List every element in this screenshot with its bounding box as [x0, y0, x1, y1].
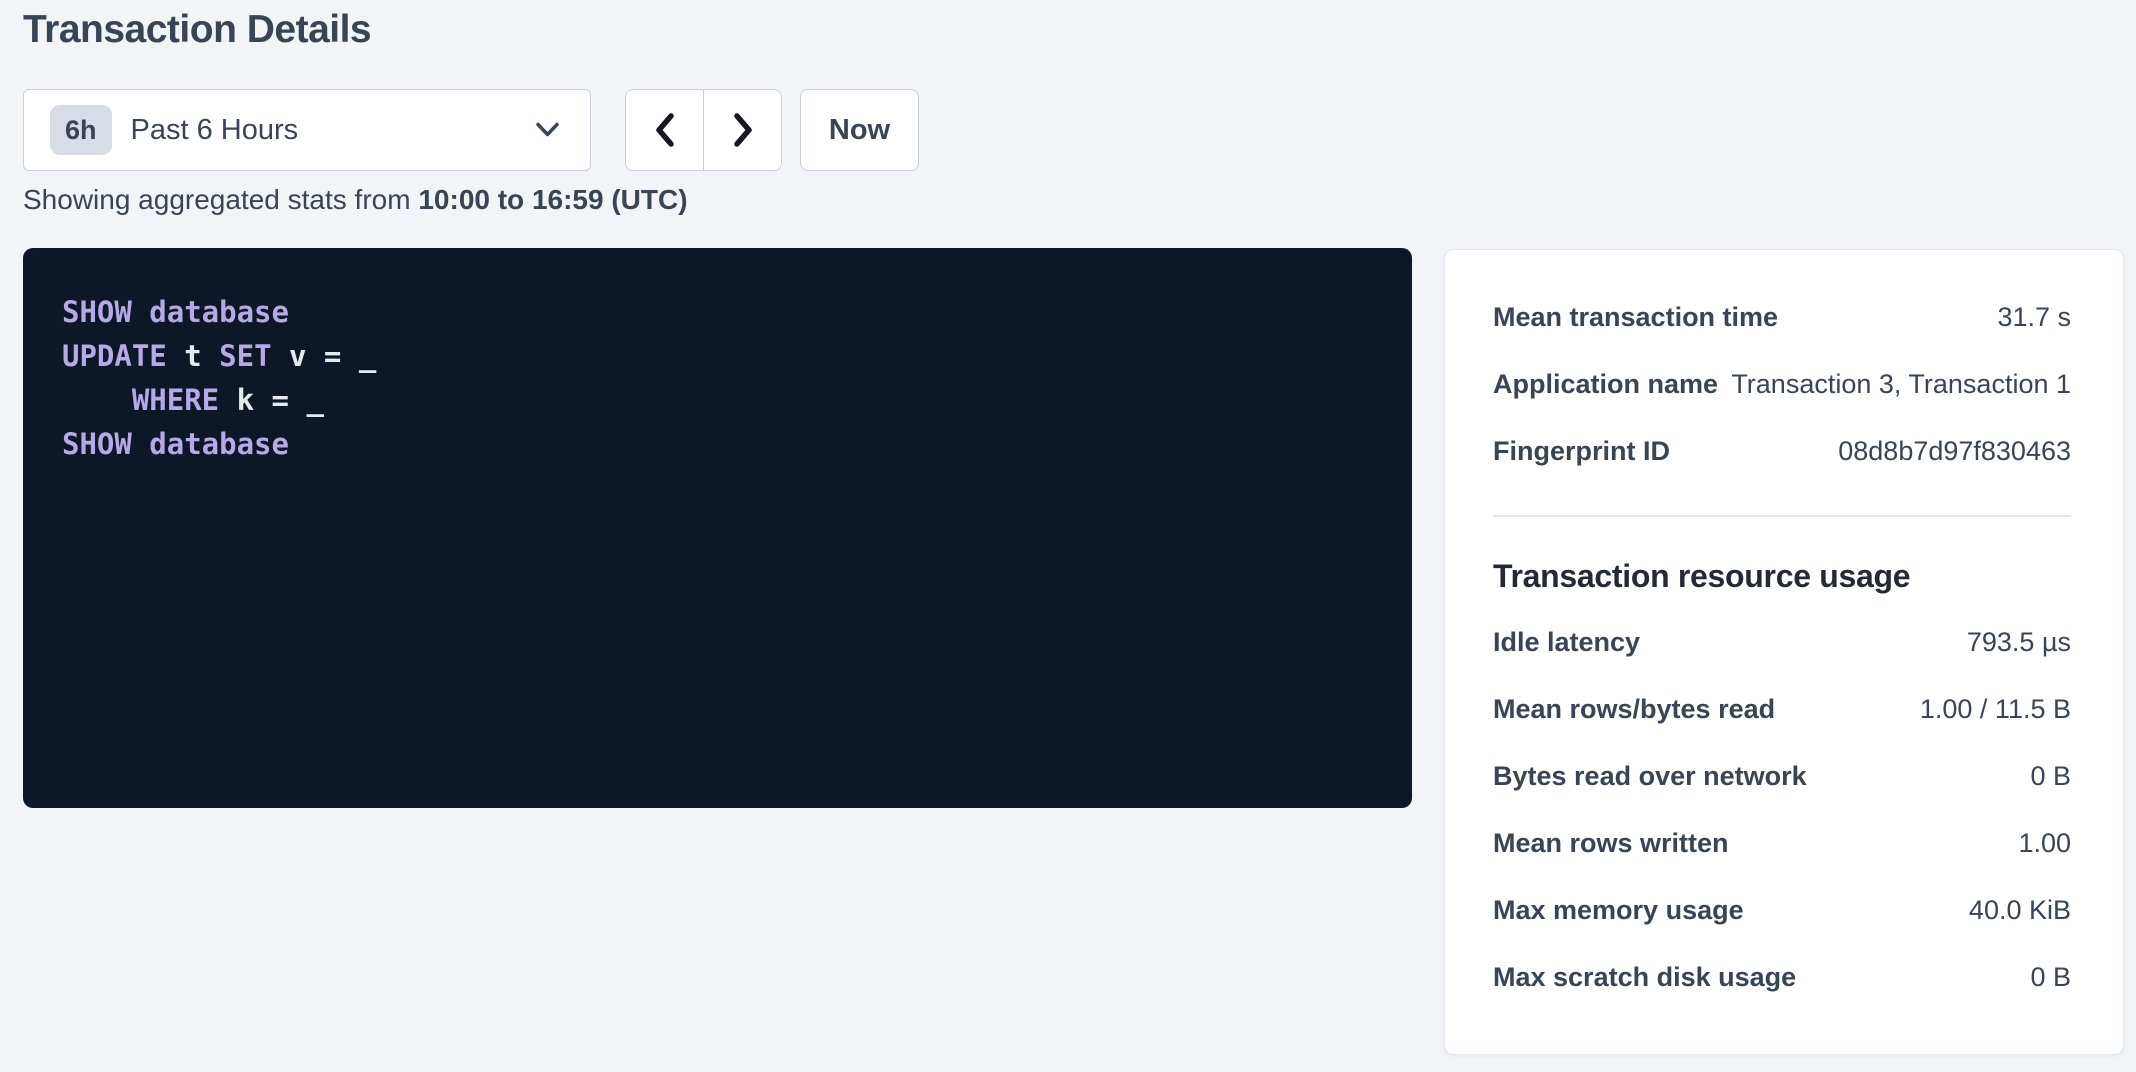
- stat-value: 1.00: [2018, 828, 2071, 859]
- stat-row: Application name Transaction 3, Transacti…: [1493, 351, 2071, 418]
- transaction-stats-panel: Mean transaction time 31.7 s Application n…: [1444, 249, 2124, 1055]
- stat-label: Idle latency: [1493, 627, 1640, 658]
- time-range-label: Past 6 Hours: [131, 114, 299, 147]
- sql-keyword: SHOW database: [62, 427, 289, 461]
- stat-row: Max scratch disk usage 0 B: [1493, 944, 2071, 1011]
- sql-keyword: WHERE: [132, 383, 219, 417]
- chevron-left-icon: [653, 112, 677, 148]
- stat-value: 1.00 / 11.5 B: [1920, 694, 2071, 725]
- stats-summary-list: Mean transaction time 31.7 s Application n…: [1493, 284, 2071, 485]
- sql-keyword: SHOW database: [62, 295, 289, 329]
- time-range-pager: [625, 89, 782, 171]
- stat-row: Max memory usage 40.0 KiB: [1493, 877, 2071, 944]
- stat-value: Transaction 3, Transaction 1: [1731, 369, 2071, 400]
- stat-row: Bytes read over network 0 B: [1493, 743, 2071, 810]
- aggregation-summary-range: 10:00 to 16:59 (UTC): [418, 184, 687, 215]
- sql-identifier: k = _: [219, 383, 324, 417]
- resource-usage-heading: Transaction resource usage: [1493, 558, 2071, 595]
- stat-value: 40.0 KiB: [1969, 895, 2071, 926]
- stat-row: Fingerprint ID 08d8b7d97f830463: [1493, 418, 2071, 485]
- sql-identifier: v = _: [272, 339, 377, 373]
- sql-statement-box: SHOW database UPDATE t SET v = _ WHERE k…: [23, 248, 1412, 808]
- sql-identifier: [62, 383, 132, 417]
- chevron-right-icon: [731, 112, 755, 148]
- now-button[interactable]: Now: [800, 89, 919, 171]
- stat-value: 793.5 µs: [1967, 627, 2071, 658]
- stat-label: Bytes read over network: [1493, 761, 1807, 792]
- stat-label: Application name: [1493, 369, 1718, 400]
- aggregation-summary: Showing aggregated stats from 10:00 to 1…: [23, 184, 688, 216]
- stat-value: 08d8b7d97f830463: [1838, 436, 2071, 467]
- sql-keyword: SET: [219, 339, 271, 373]
- stat-label: Fingerprint ID: [1493, 436, 1670, 467]
- stat-label: Mean transaction time: [1493, 302, 1778, 333]
- stat-value: 0 B: [2030, 761, 2071, 792]
- divider: [1493, 515, 2071, 517]
- sql-identifier: t: [167, 339, 219, 373]
- stat-row: Mean transaction time 31.7 s: [1493, 284, 2071, 351]
- next-range-button[interactable]: [704, 90, 781, 170]
- stat-row: Mean rows/bytes read 1.00 / 11.5 B: [1493, 676, 2071, 743]
- stat-label: Max memory usage: [1493, 895, 1744, 926]
- time-controls: 6h Past 6 Hours Now: [23, 89, 919, 171]
- time-range-dropdown[interactable]: 6h Past 6 Hours: [23, 89, 591, 171]
- aggregation-summary-prefix: Showing aggregated stats from: [23, 184, 418, 215]
- stat-row: Idle latency 793.5 µs: [1493, 609, 2071, 676]
- chevron-down-icon: [535, 122, 560, 139]
- time-range-badge: 6h: [50, 105, 112, 155]
- stat-value: 31.7 s: [1997, 302, 2071, 333]
- stat-label: Mean rows written: [1493, 828, 1729, 859]
- prev-range-button[interactable]: [626, 90, 704, 170]
- stat-label: Mean rows/bytes read: [1493, 694, 1775, 725]
- resource-usage-list: Idle latency 793.5 µs Mean rows/bytes read…: [1493, 609, 2071, 1011]
- stat-row: Mean rows written 1.00: [1493, 810, 2071, 877]
- page-title: Transaction Details: [23, 8, 371, 52]
- stat-label: Max scratch disk usage: [1493, 962, 1796, 993]
- sql-keyword: UPDATE: [62, 339, 167, 373]
- stat-value: 0 B: [2030, 962, 2071, 993]
- sql-statement-text: SHOW database UPDATE t SET v = _ WHERE k…: [62, 290, 1382, 466]
